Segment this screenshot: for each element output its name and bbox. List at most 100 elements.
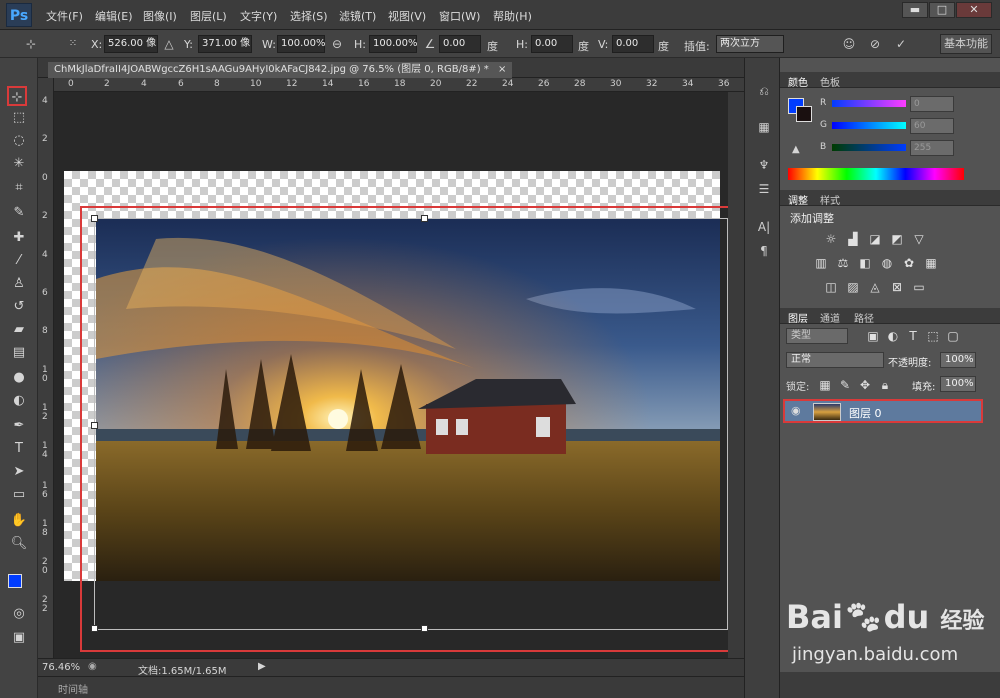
status-menu-arrow-icon[interactable]: ▶ xyxy=(258,661,266,672)
menu-image[interactable]: 图像(I) xyxy=(143,8,177,24)
properties-panel-icon[interactable]: ▦ xyxy=(755,118,773,136)
shape-tool-icon[interactable]: ▭ xyxy=(9,485,29,505)
stamp-tool-icon[interactable]: ♙ xyxy=(9,274,29,294)
close-button[interactable]: ✕ xyxy=(956,2,992,18)
hskew-field[interactable]: 0.00 xyxy=(531,35,573,53)
quick-mask-icon[interactable]: ◎ xyxy=(9,604,29,624)
maximize-button[interactable]: □ xyxy=(929,2,955,18)
workspace-button[interactable]: 基本功能 xyxy=(940,34,992,54)
tab-swatches[interactable]: 色板 xyxy=(820,74,840,89)
r-slider[interactable] xyxy=(832,100,906,107)
paragraph-panel-icon[interactable]: ¶ xyxy=(755,242,773,260)
lock-all-icon[interactable]: 🔒︎ xyxy=(878,378,892,392)
filter-pixel-icon[interactable]: ▣ xyxy=(866,329,880,343)
x-field[interactable]: 526.00 像 xyxy=(104,35,158,53)
cancel-transform-icon[interactable]: ⊘ xyxy=(868,37,882,51)
vertical-scrollbar[interactable] xyxy=(728,92,744,658)
tab-layers[interactable]: 图层 xyxy=(788,310,808,325)
w-field[interactable]: 100.00% xyxy=(277,35,326,53)
y-field[interactable]: 371.00 像 xyxy=(198,35,252,53)
layer-filter-select[interactable]: 类型 xyxy=(786,328,848,344)
history-panel-icon[interactable]: ⎌ xyxy=(755,82,773,100)
pen-tool-icon[interactable]: ✒ xyxy=(9,416,29,436)
lock-position-icon[interactable]: ✥ xyxy=(858,378,872,392)
layer-row-selected[interactable]: ◉ 图层 0 xyxy=(783,399,983,423)
menu-window[interactable]: 窗口(W) xyxy=(439,8,480,24)
brush-tool-icon[interactable]: ⁄ xyxy=(9,251,29,271)
curves-icon[interactable]: ◪ xyxy=(868,232,882,246)
color-balance-icon[interactable]: ⚖ xyxy=(836,256,850,270)
interp-select[interactable]: 两次立方 xyxy=(716,35,784,53)
foreground-color-swatch[interactable] xyxy=(8,574,22,588)
hue-icon[interactable]: ▥ xyxy=(814,256,828,270)
timeline-bar[interactable]: 时间轴 xyxy=(38,676,744,698)
opacity-field[interactable]: 100% xyxy=(940,352,976,368)
gradient-tool-icon[interactable]: ▤ xyxy=(9,343,29,363)
reference-point-icon[interactable]: ⁙ xyxy=(66,37,80,51)
r-field[interactable]: 0 xyxy=(910,96,954,112)
lasso-tool-icon[interactable]: ◌ xyxy=(9,131,29,151)
menu-layer[interactable]: 图层(L) xyxy=(190,8,227,24)
g-slider[interactable] xyxy=(832,122,906,129)
channel-mixer-icon[interactable]: ✿ xyxy=(902,256,916,270)
vskew-field[interactable]: 0.00 xyxy=(612,35,654,53)
delta-icon[interactable]: △ xyxy=(162,37,176,51)
zoom-level[interactable]: 76.46% xyxy=(42,662,80,673)
exposure-icon[interactable]: ◩ xyxy=(890,232,904,246)
tab-styles[interactable]: 样式 xyxy=(820,192,840,207)
tab-close-icon[interactable]: × xyxy=(498,64,506,75)
menu-select[interactable]: 选择(S) xyxy=(290,8,328,24)
tab-paths[interactable]: 路径 xyxy=(854,310,874,325)
fill-field[interactable]: 100% xyxy=(940,376,976,392)
history-brush-icon[interactable]: ↺ xyxy=(9,297,29,317)
h-field[interactable]: 100.00% xyxy=(369,35,418,53)
healing-brush-icon[interactable]: ✚ xyxy=(9,228,29,248)
eye-icon[interactable]: ◉ xyxy=(791,404,801,417)
b-field[interactable]: 255 xyxy=(910,140,954,156)
blur-tool-icon[interactable]: ● xyxy=(9,368,29,388)
photo-filter-icon[interactable]: ◍ xyxy=(880,256,894,270)
path-select-icon[interactable]: ➤ xyxy=(9,462,29,482)
screen-mode-icon[interactable]: ▣ xyxy=(9,628,29,648)
filter-smart-icon[interactable]: ▢ xyxy=(946,329,960,343)
commit-transform-icon[interactable]: ✓ xyxy=(894,37,908,51)
marquee-tool-icon[interactable]: ⬚ xyxy=(9,108,29,128)
brush-presets-icon[interactable]: ☰ xyxy=(755,180,773,198)
warning-icon[interactable]: ▲ xyxy=(792,144,800,155)
gradient-map-icon[interactable]: ▭ xyxy=(912,280,926,294)
crop-tool-icon[interactable]: ⌗ xyxy=(9,178,29,198)
magic-wand-icon[interactable]: ✳ xyxy=(9,154,29,174)
b-slider[interactable] xyxy=(832,144,906,151)
color-lookup-icon[interactable]: ▦ xyxy=(924,256,938,270)
tab-color[interactable]: 颜色 xyxy=(788,74,808,89)
document-tab[interactable]: ChMkJlaDfraII4JOABWgccZ6H1sAAGu9AHyI0kAF… xyxy=(48,62,513,78)
filter-adjust-icon[interactable]: ◐ xyxy=(886,329,900,343)
zoom-tool-icon[interactable]: 🔍︎ xyxy=(9,534,29,554)
move-tool-icon[interactable]: ⊹ xyxy=(7,86,27,106)
filter-shape-icon[interactable]: ⬚ xyxy=(926,329,940,343)
menu-file[interactable]: 文件(F) xyxy=(46,8,83,24)
brush-panel-icon[interactable]: ♆ xyxy=(755,156,773,174)
posterize-icon[interactable]: ▨ xyxy=(846,280,860,294)
minimize-button[interactable]: ▬ xyxy=(902,2,928,18)
invert-icon[interactable]: ◫ xyxy=(824,280,838,294)
menu-filter[interactable]: 滤镜(T) xyxy=(339,8,376,24)
warp-icon[interactable]: ☺ xyxy=(842,37,856,51)
timeline-label[interactable]: 时间轴 xyxy=(58,681,88,696)
eraser-tool-icon[interactable]: ▰ xyxy=(9,320,29,340)
tab-adjustments[interactable]: 调整 xyxy=(788,192,808,207)
menu-view[interactable]: 视图(V) xyxy=(388,8,426,24)
vibrance-icon[interactable]: ▽ xyxy=(912,232,926,246)
character-panel-icon[interactable]: A| xyxy=(755,218,773,236)
status-info-icon[interactable]: ◉ xyxy=(88,661,97,672)
menu-help[interactable]: 帮助(H) xyxy=(493,8,532,24)
blend-mode-select[interactable]: 正常 xyxy=(786,352,884,368)
lock-pixels-icon[interactable]: ✎ xyxy=(838,378,852,392)
type-tool-icon[interactable]: T xyxy=(9,439,29,459)
threshold-icon[interactable]: ◬ xyxy=(868,280,882,294)
menu-type[interactable]: 文字(Y) xyxy=(240,8,277,24)
layer-name[interactable]: 图层 0 xyxy=(849,405,882,421)
color-spectrum[interactable] xyxy=(788,168,964,180)
selective-color-icon[interactable]: ⊠ xyxy=(890,280,904,294)
bg-color-chip[interactable] xyxy=(796,106,812,122)
